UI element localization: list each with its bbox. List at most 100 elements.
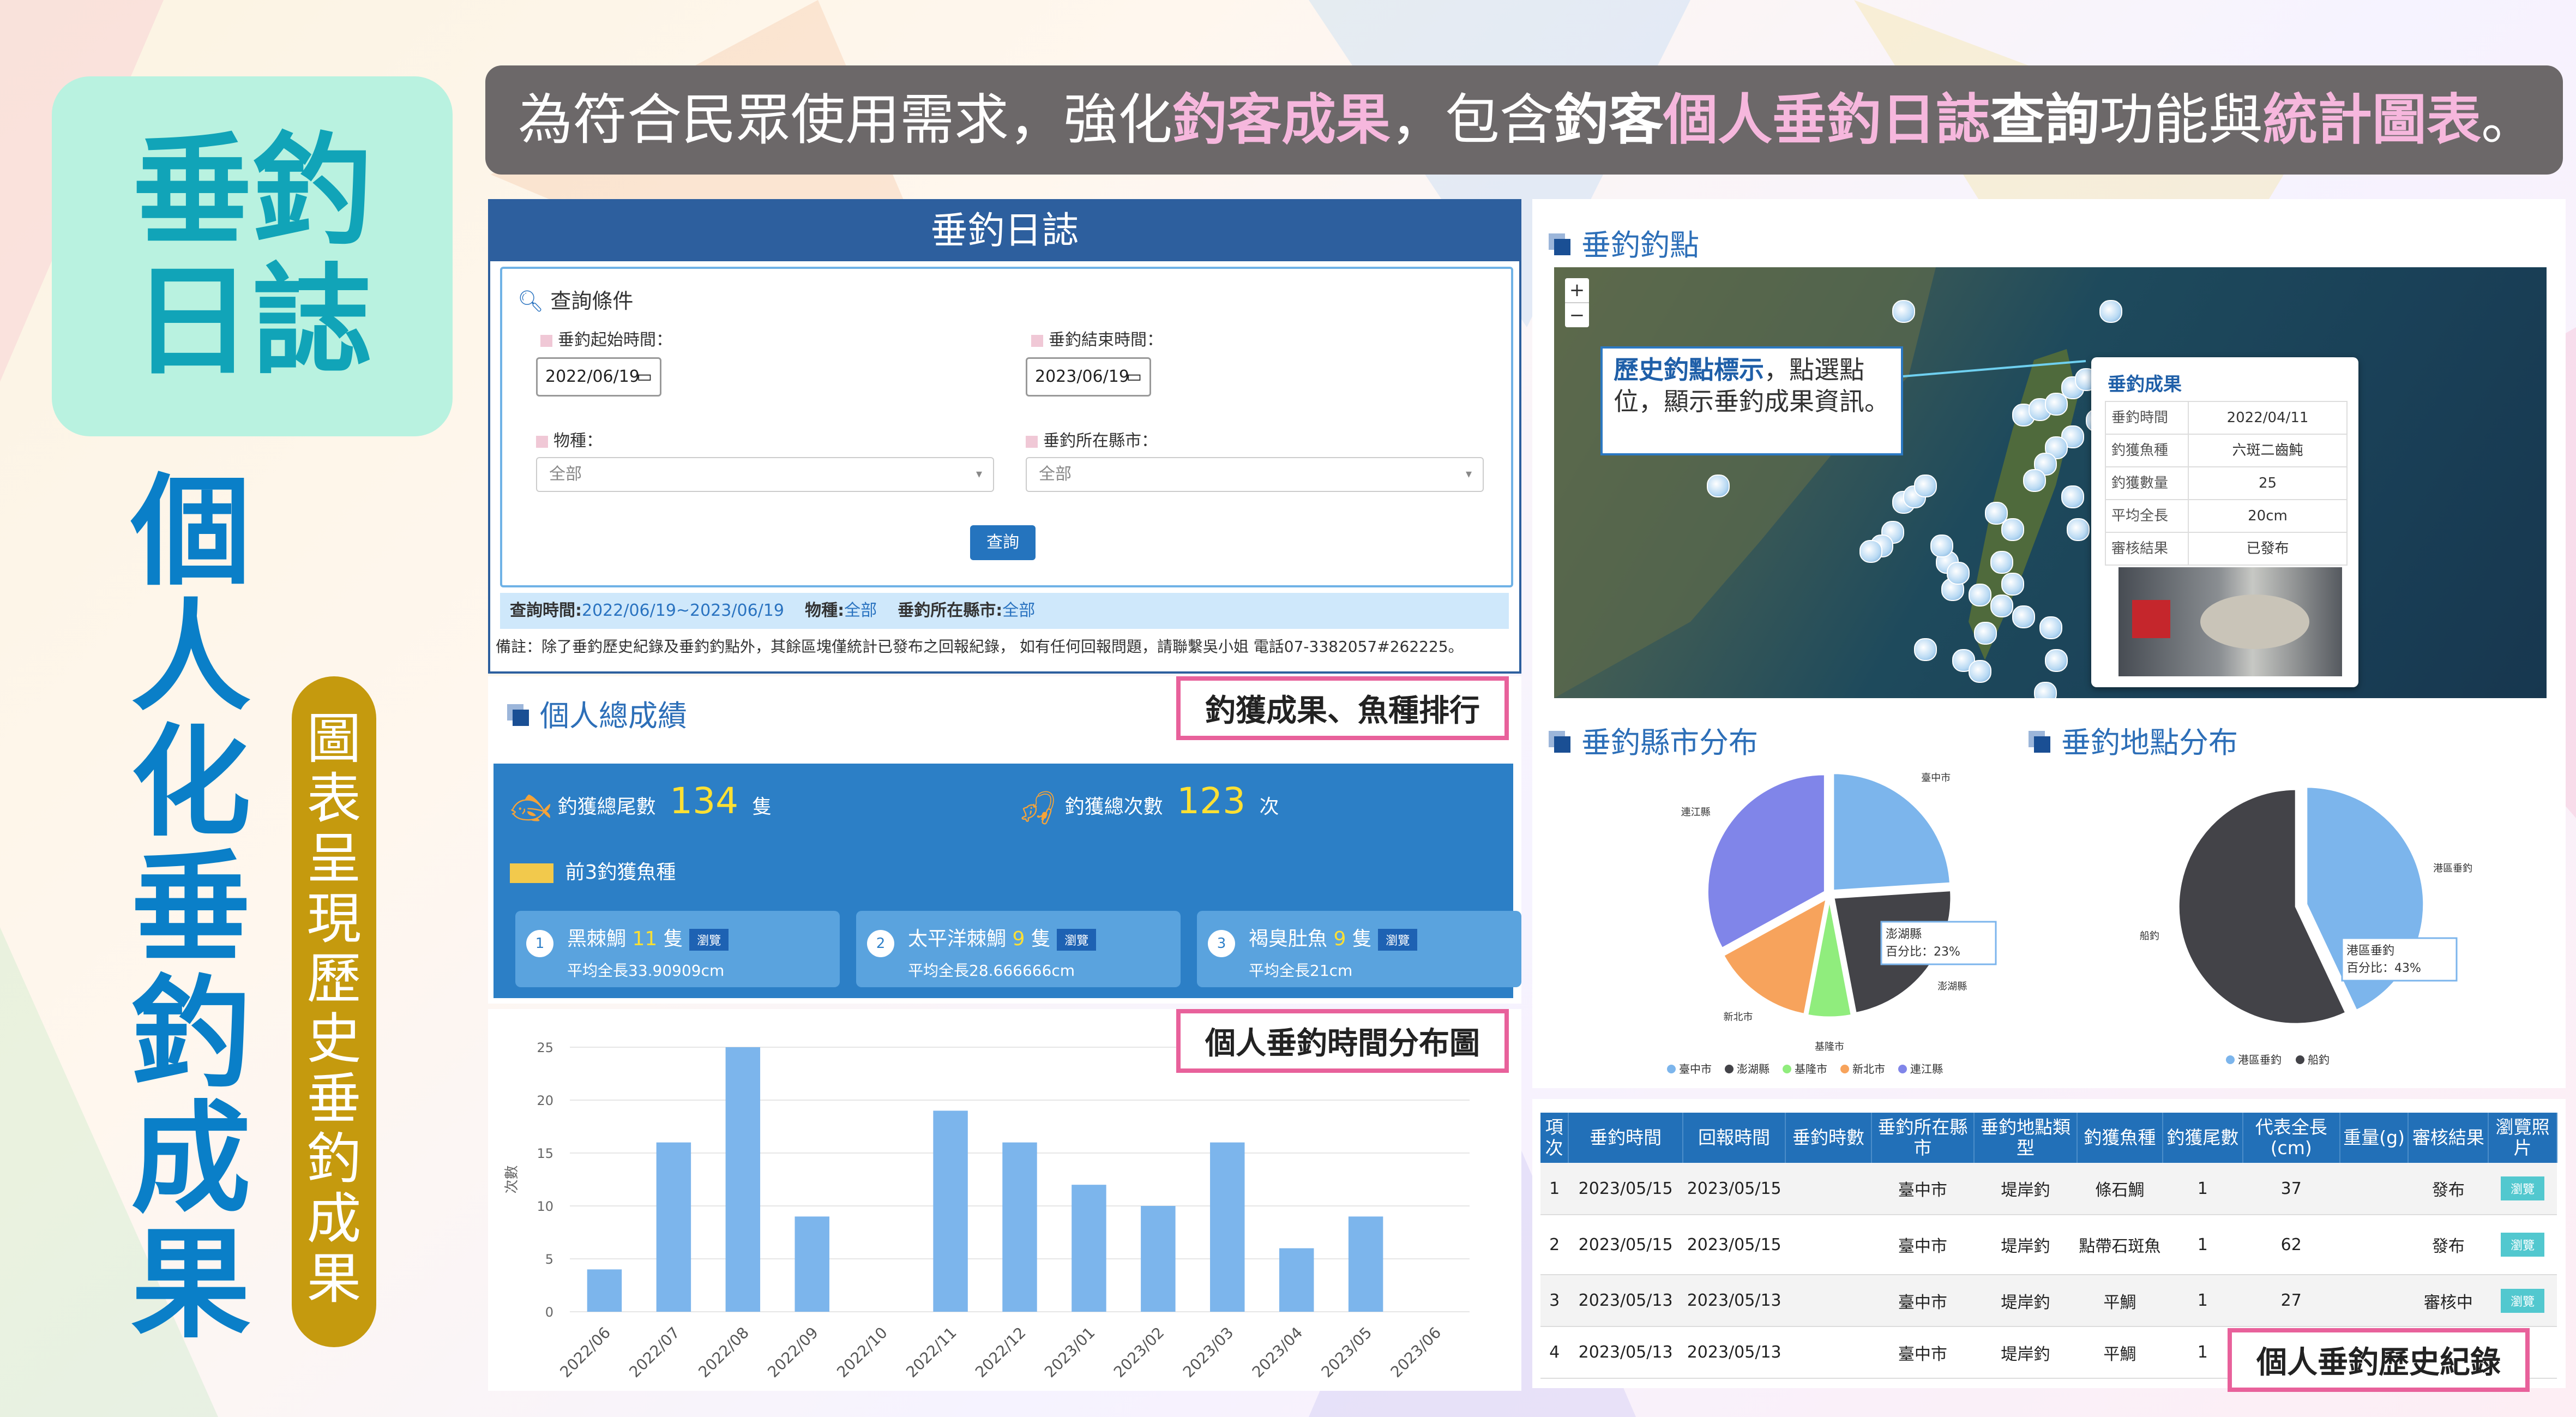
table-cell: 2023/05/13 (1682, 1275, 1786, 1327)
species-unit: 隻 (663, 928, 683, 950)
legend-label[interactable]: 連江縣 (1910, 1062, 1943, 1076)
banner-text-3: 釣客 (1554, 88, 1663, 152)
tooltip-percent: 百分比：43% (2346, 962, 2421, 975)
banner-text-2: ，包含 (1391, 88, 1554, 152)
x-tick-label: 2022/10 (833, 1324, 891, 1382)
query-button[interactable]: 查詢 (970, 525, 1036, 560)
bar (1141, 1206, 1176, 1312)
table-cell: 2023/05/13 (1568, 1275, 1683, 1327)
legend-label[interactable]: 港區垂釣 (2238, 1053, 2282, 1066)
browse-button[interactable]: 瀏覽 (689, 929, 729, 951)
fishing-spot-marker[interactable] (2001, 573, 2024, 596)
map-view[interactable]: + − 歷史釣點標示，點選點位，顯示垂釣成果資訊。 垂釣成果 垂釣時間 2022/… (1554, 267, 2547, 698)
fishing-spot-marker[interactable] (2012, 605, 2035, 628)
tooltip-name: 港區垂釣 (2346, 944, 2394, 958)
fishing-spot-marker[interactable] (1969, 584, 1991, 607)
fishing-spot-marker[interactable] (2061, 485, 2084, 508)
top-species-card: 3 褐臭肚魚 9 隻 瀏覽 平均全長21cm (1197, 911, 1521, 987)
fishing-spot-marker[interactable] (1990, 595, 2013, 617)
start-date-input[interactable]: 2022/06/19 ▭ (536, 357, 661, 397)
fishing-spot-marker[interactable] (1990, 551, 2013, 574)
browse-button[interactable]: 瀏覽 (1378, 929, 1418, 951)
tag-catch-ranking: 釣獲成果、魚種排行 (1176, 676, 1509, 740)
fishing-spot-marker[interactable] (1707, 475, 1730, 497)
table-cell: 2023/05/13 (1682, 1326, 1786, 1379)
map-panel: 垂釣釣點 + − 歷史釣點標示，點選點位，顯示垂釣成果資訊。 垂釣成果 垂釣時間… (1532, 199, 2566, 712)
table-cell: 臺中市 (1871, 1275, 1975, 1327)
map-title: 垂釣釣點 (1554, 221, 1699, 264)
species-count: 9 (1333, 928, 1346, 950)
subtitle-char: 化 (130, 713, 251, 852)
table-cell (1785, 1215, 1871, 1275)
species-name: 太平洋棘鯛 (908, 928, 1007, 950)
fishing-spot-marker[interactable] (1859, 540, 1882, 563)
fishing-spot-marker[interactable] (1930, 535, 1953, 557)
table-cell: 堤岸釣 (1974, 1163, 2077, 1215)
fishing-spot-marker[interactable] (1892, 300, 1915, 323)
table-cell: 2023/05/13 (1568, 1326, 1683, 1379)
x-tick-label: 2023/04 (1249, 1324, 1307, 1382)
y-tick-label: 25 (537, 1040, 553, 1055)
city-select[interactable]: 全部 ▾ (1026, 457, 1484, 492)
fishing-spot-marker[interactable] (2001, 518, 2024, 541)
note-text: 備註：除了垂釣歷史紀錄及垂釣釣點外，其餘區塊僅統計已發布之回報紀錄， 如有任何回… (496, 638, 1464, 656)
x-tick-label: 2022/07 (625, 1324, 683, 1382)
popup-value: 六斑二齒魨 (2232, 442, 2303, 459)
species-select[interactable]: 全部 ▾ (536, 457, 994, 492)
table-cell: 2023/05/15 (1682, 1215, 1786, 1275)
table-row: 1 2023/05/15 2023/05/15 臺中市 堤岸釣 條石鯛 1 37 發布 瀏覽 (1540, 1163, 2557, 1215)
y-tick-label: 0 (545, 1305, 553, 1320)
legend-label[interactable]: 臺中市 (1679, 1062, 1712, 1076)
species-name: 黑棘鯛 (567, 928, 627, 950)
subtitle-char: 釣 (130, 964, 251, 1103)
fishing-spot-marker[interactable] (1974, 622, 1997, 645)
column-header: 瀏覽照片 (2488, 1113, 2557, 1163)
table-row: 3 2023/05/13 2023/05/13 臺中市 堤岸釣 平鯛 1 27 審核中 瀏覽 (1540, 1275, 2557, 1327)
fishing-spot-marker[interactable] (1947, 562, 1970, 585)
fishing-spot-marker[interactable] (2039, 616, 2062, 639)
popup-key: 平均全長 (2106, 500, 2189, 532)
banner-text-4: 個人垂釣日誌 (1663, 88, 1990, 152)
popup-value: 25 (2258, 475, 2277, 491)
end-date-input[interactable]: 2023/06/19 ▭ (1026, 357, 1151, 397)
browse-button[interactable]: 瀏覽 (1057, 929, 1097, 951)
zoom-in-button[interactable]: + (1565, 278, 1589, 303)
fishing-spot-marker[interactable] (2067, 518, 2090, 541)
popup-row: 釣獲數量 25 (2105, 467, 2348, 500)
legend-label[interactable]: 基隆市 (1795, 1062, 1827, 1076)
legend-label[interactable]: 澎湖縣 (1737, 1062, 1770, 1076)
fishing-spot-marker[interactable] (1969, 660, 1991, 683)
species-count: 9 (1012, 928, 1025, 950)
pie-slice[interactable] (1832, 772, 1952, 892)
view-photo-button[interactable]: 瀏覽 (2501, 1176, 2545, 1200)
bar (725, 1047, 761, 1312)
popup-row: 平均全長 20cm (2105, 500, 2348, 533)
y-tick-label: 20 (537, 1093, 553, 1108)
table-cell (2339, 1163, 2409, 1215)
zoom-out-button[interactable]: − (1565, 303, 1589, 327)
fishing-spot-marker[interactable] (2045, 649, 2068, 672)
view-photo-button[interactable]: 瀏覽 (2501, 1233, 2545, 1257)
fishing-spot-marker[interactable] (1914, 638, 1937, 661)
page-title: 垂釣 日誌 (132, 121, 372, 392)
fish-photo-icon (2200, 595, 2309, 649)
podium-icon (510, 863, 553, 883)
fishing-spot-marker[interactable] (2023, 469, 2046, 492)
fishing-spot-marker[interactable] (2099, 300, 2122, 323)
log-panel: 垂釣日誌 🔍︎ 查詢條件 垂釣起始時間： 2022/06/19 ▭ 垂釣結束時間：… (488, 199, 1521, 674)
popup-value: 20cm (2248, 508, 2288, 524)
table-cell: 平鯛 (2077, 1326, 2163, 1379)
table-cell: 堤岸釣 (1974, 1326, 2077, 1379)
column-header: 釣獲魚種 (2077, 1113, 2163, 1163)
table-cell: 堤岸釣 (1974, 1215, 2077, 1275)
legend-label[interactable]: 船釣 (2308, 1053, 2330, 1066)
end-time-label: 垂釣結束時間： (1031, 326, 1163, 350)
fishing-spot-marker[interactable] (2034, 682, 2057, 698)
fishing-spot-marker[interactable] (1914, 475, 1937, 497)
view-photo-button[interactable]: 瀏覽 (2501, 1288, 2545, 1313)
column-header: 釣獲尾數 (2162, 1113, 2243, 1163)
legend-label[interactable]: 新北市 (1852, 1062, 1885, 1076)
y-tick-label: 10 (537, 1199, 553, 1214)
x-tick-label: 2022/08 (695, 1324, 753, 1382)
pill-char: 史 (306, 1007, 362, 1071)
